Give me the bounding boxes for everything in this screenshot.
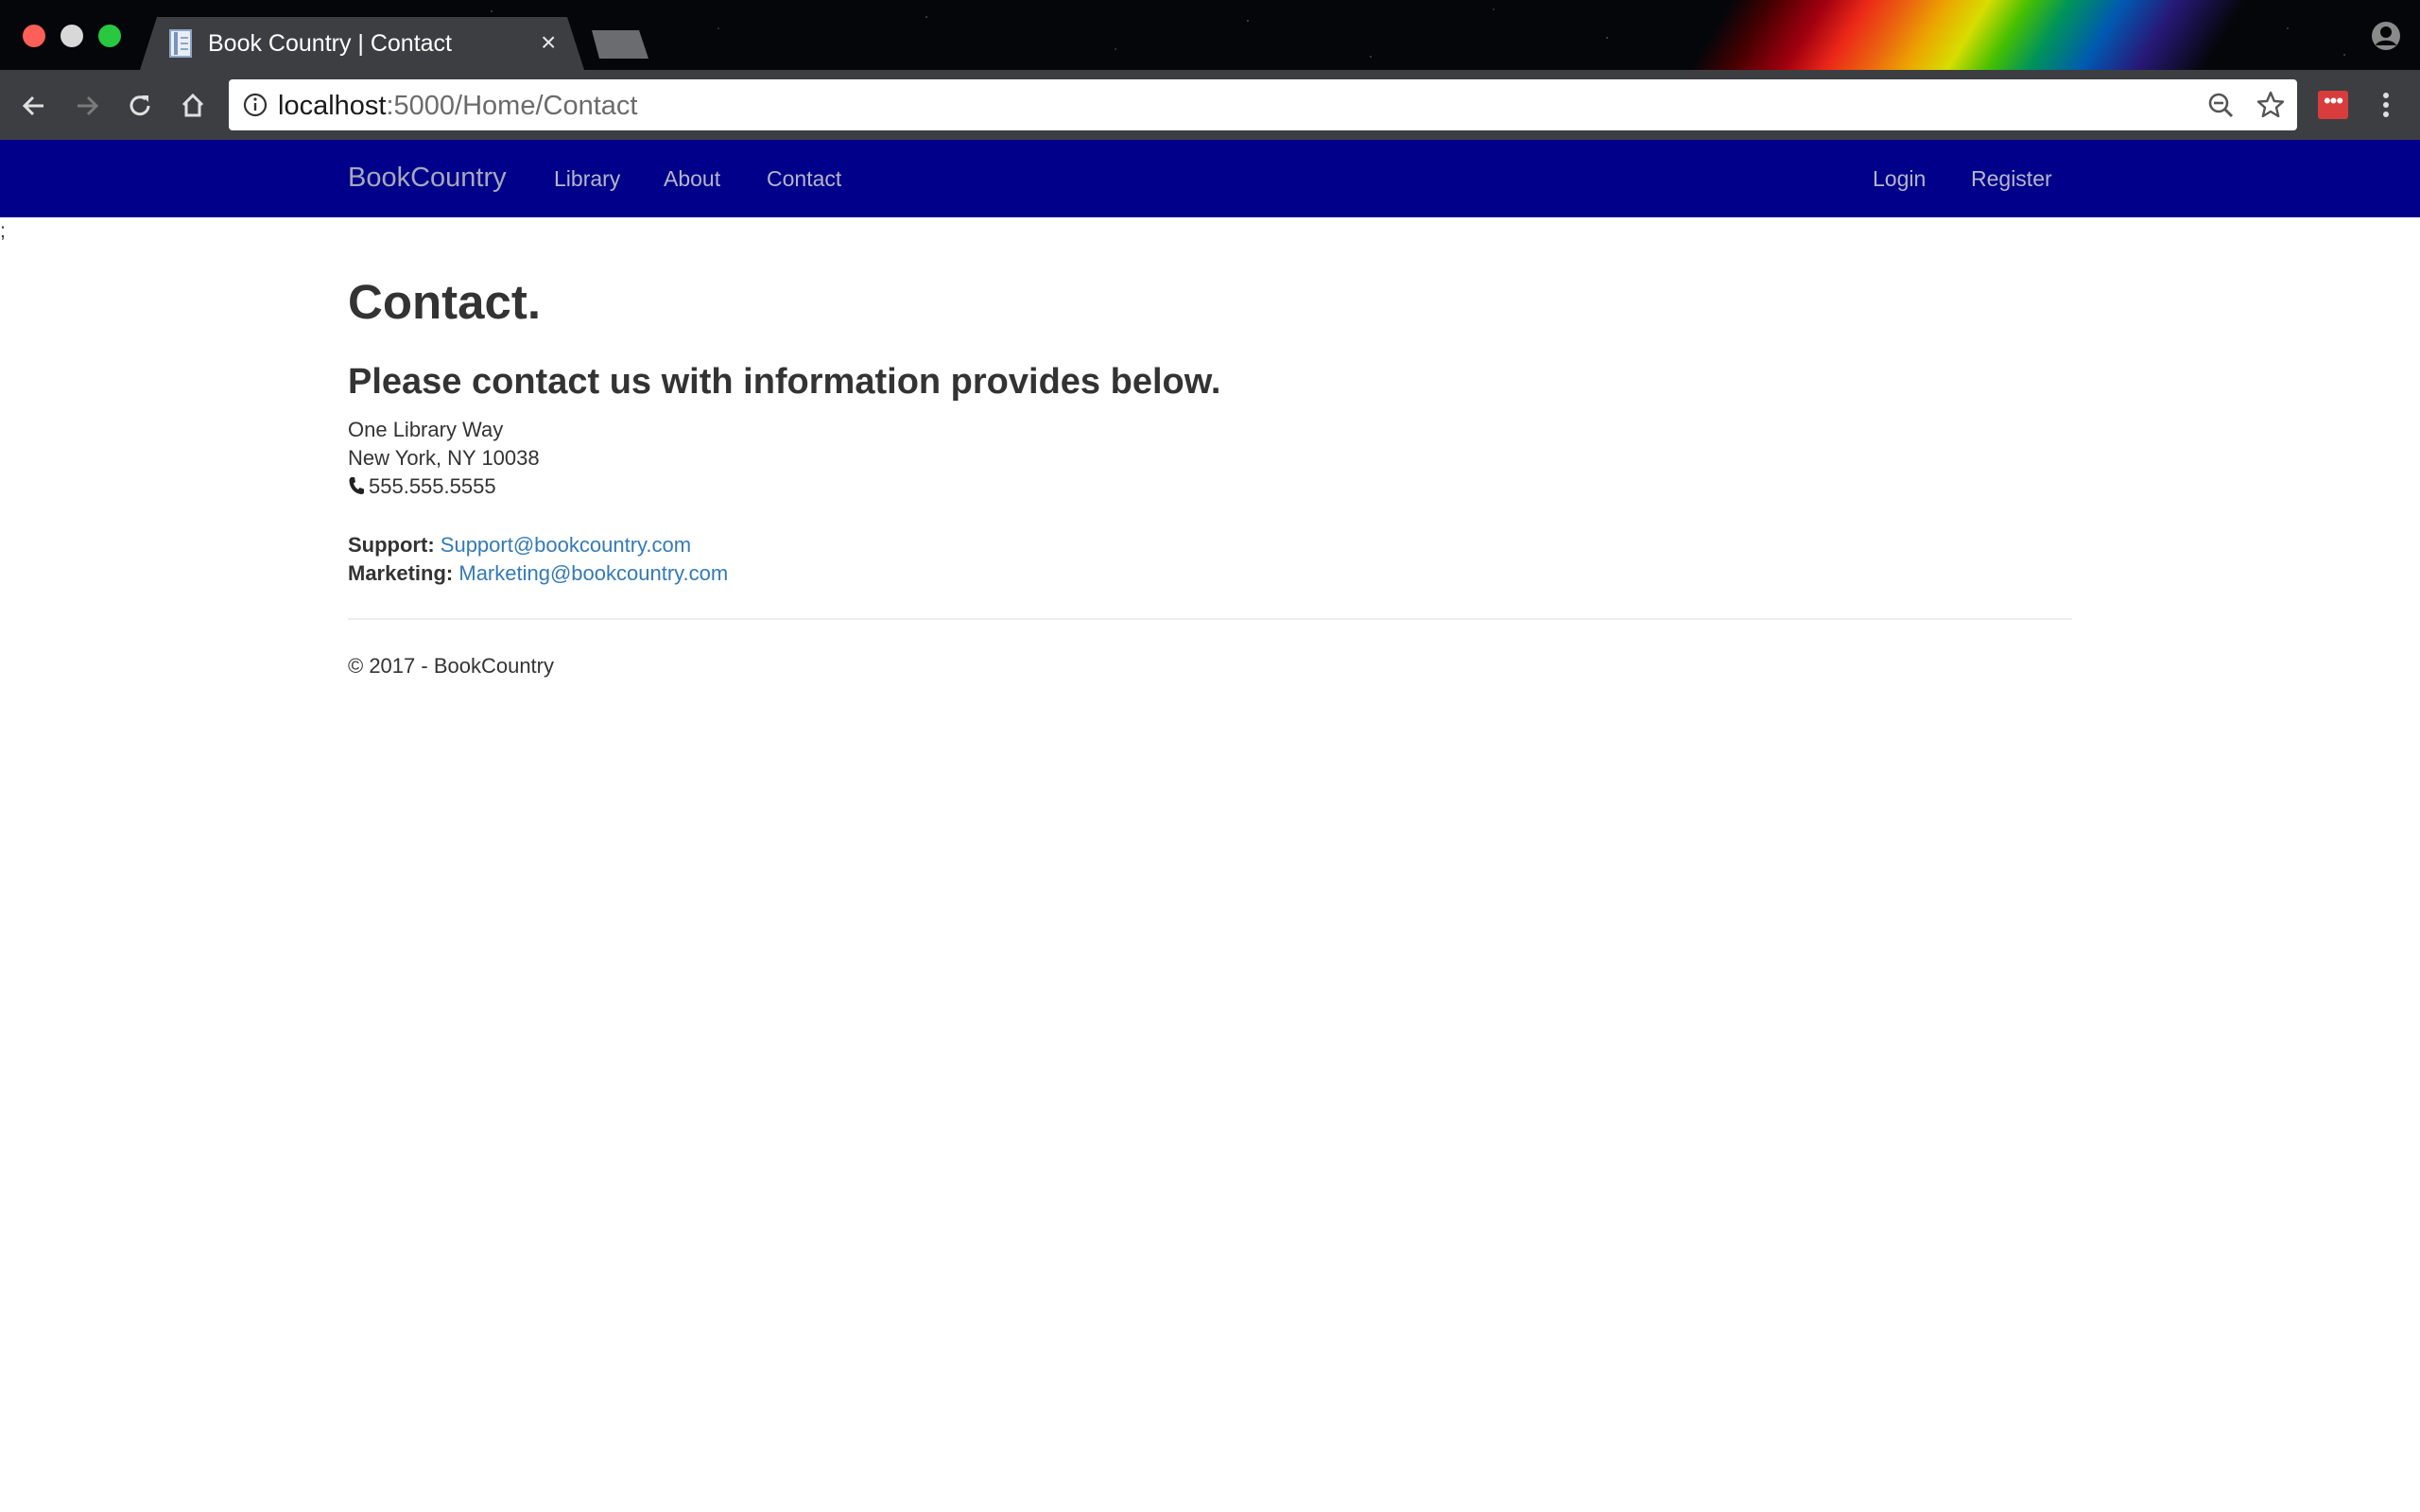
marketing-email-link[interactable]: Marketing@bookcountry.com — [458, 561, 728, 585]
url-path: :5000/Home/Contact — [386, 91, 638, 121]
address-city: New York, NY 10038 — [348, 446, 540, 470]
back-button[interactable] — [15, 87, 53, 125]
phone-line: 555.555.5555 — [348, 472, 2072, 501]
footer-divider — [348, 618, 2072, 620]
nav-link-contact[interactable]: Contact — [767, 166, 841, 192]
nav-link-register[interactable]: Register — [1971, 166, 2052, 192]
forward-button[interactable] — [68, 87, 106, 125]
tab-title: Book Country | Contact — [208, 30, 453, 57]
browser-tab-active[interactable]: Book Country | Contact × — [140, 17, 584, 70]
email-block: Support: Support@bookcountry.com Marketi… — [348, 531, 2072, 588]
marketing-line: Marketing: Marketing@bookcountry.com — [348, 559, 2072, 588]
tab-close-icon[interactable]: × — [541, 28, 556, 57]
address-bar[interactable]: localhost:5000/Home/Contact — [229, 79, 2297, 130]
window-close-button[interactable] — [23, 25, 45, 47]
zoom-out-icon[interactable] — [2206, 91, 2237, 121]
address-block: One Library Way New York, NY 10038 555.5… — [348, 416, 2072, 501]
browser-titlebar: Book Country | Contact × — [0, 0, 2420, 70]
site-navbar: BookCountry Library About Contact Login … — [0, 140, 2420, 217]
main-content: Contact. Please contact us with informat… — [348, 265, 2072, 680]
home-icon — [182, 93, 204, 117]
nav-link-login[interactable]: Login — [1873, 166, 1926, 192]
document-favicon-icon — [169, 29, 192, 58]
window-maximize-button[interactable] — [98, 25, 121, 47]
browser-toolbar: localhost:5000/Home/Contact ••• — [0, 70, 2420, 140]
footer-copyright: © 2017 - BookCountry — [348, 654, 554, 678]
home-button[interactable] — [174, 87, 212, 125]
phone-number: 555.555.5555 — [369, 474, 496, 498]
page-title: Contact. — [348, 275, 541, 329]
theme-rainbow-artwork — [1652, 0, 2280, 70]
stray-semicolon-text: ; — [0, 220, 6, 242]
address-street: One Library Way — [348, 418, 504, 441]
support-email-link[interactable]: Support@bookcountry.com — [441, 533, 691, 557]
url-host: localhost — [278, 91, 387, 121]
reload-icon — [130, 95, 150, 116]
brand-link[interactable]: BookCountry — [348, 163, 507, 194]
profile-icon[interactable] — [2371, 21, 2401, 51]
reload-button[interactable] — [121, 87, 159, 125]
support-line: Support: Support@bookcountry.com — [348, 531, 2072, 559]
phone-icon — [349, 477, 364, 494]
arrow-left-icon — [22, 95, 43, 116]
nav-link-about[interactable]: About — [664, 166, 720, 192]
arrow-right-icon — [78, 95, 99, 116]
page-subtitle: Please contact us with information provi… — [348, 362, 1221, 402]
marketing-label: Marketing: — [348, 561, 454, 585]
nav-link-library[interactable]: Library — [554, 166, 620, 192]
url-text[interactable]: localhost:5000/Home/Contact — [278, 91, 637, 122]
extension-icon[interactable]: ••• — [2318, 91, 2348, 119]
info-icon[interactable] — [242, 92, 268, 118]
window-minimize-button[interactable] — [60, 25, 83, 47]
support-label: Support: — [348, 533, 435, 557]
bookmark-star-icon[interactable] — [2256, 90, 2286, 120]
kebab-menu-icon[interactable] — [2377, 89, 2395, 121]
